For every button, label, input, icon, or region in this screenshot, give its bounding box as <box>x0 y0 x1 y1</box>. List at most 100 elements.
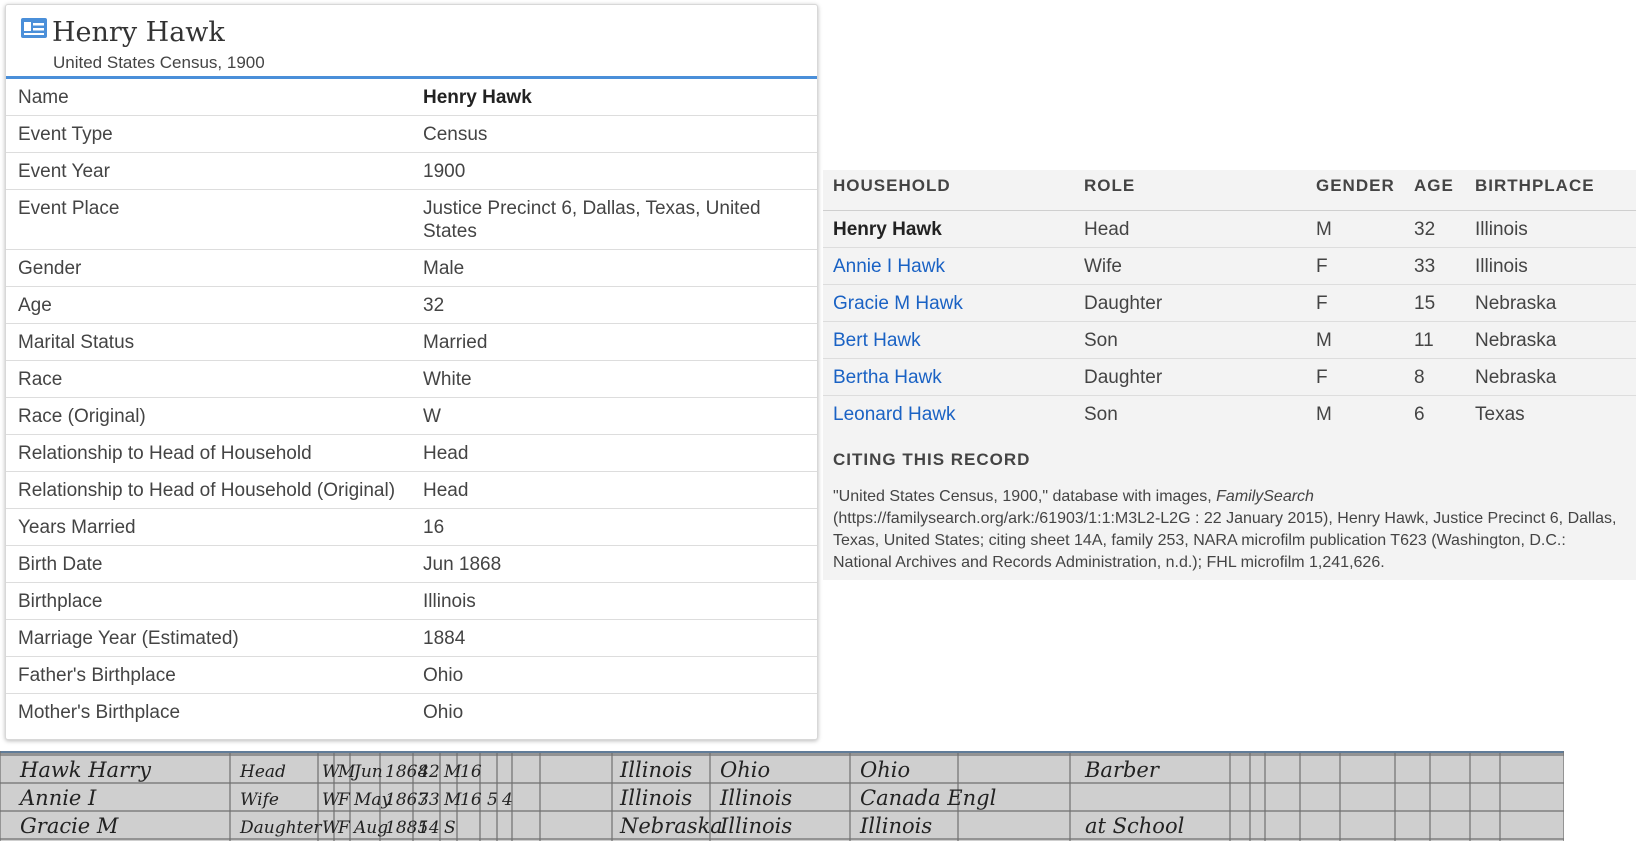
fact-label: Years Married <box>6 508 411 546</box>
census-entry-occupation: Barber <box>1084 758 1161 782</box>
fact-row: Relationship to Head of Household (Origi… <box>6 471 817 509</box>
fact-row: Gender Male <box>6 249 817 287</box>
birthplace-column-header: BIRTHPLACE <box>1465 170 1636 211</box>
household-member-birthplace: Nebraska <box>1465 321 1636 359</box>
household-member-gender: F <box>1306 358 1404 396</box>
census-entry-father: Ohio <box>720 758 770 782</box>
census-entry-mother: Illinois <box>859 814 932 838</box>
household-member-role: Daughter <box>1074 358 1306 396</box>
fact-row: Birth Date Jun 1868 <box>6 545 817 583</box>
household-member-link[interactable]: Bert Hawk <box>833 330 921 351</box>
census-entry-age: 42 <box>417 762 440 782</box>
census-entry-age: 33 <box>418 790 440 810</box>
census-entry-married: 16 <box>460 762 482 782</box>
fact-value: Head <box>411 471 817 509</box>
age-column-header: AGE <box>1404 170 1465 211</box>
census-entry-father: Illinois <box>719 786 792 810</box>
citation-text: "United States Census, 1900," database w… <box>833 486 1622 574</box>
household-member-role: Head <box>1074 210 1306 248</box>
fact-label: Event Year <box>6 152 411 190</box>
household-member-birthplace: Nebraska <box>1465 284 1636 322</box>
fact-row: Relationship to Head of Household Head <box>6 434 817 472</box>
household-header-row: HOUSEHOLD ROLE GENDER AGE BIRTHPLACE <box>823 170 1636 211</box>
household-member-gender: F <box>1306 284 1404 322</box>
household-member-role: Son <box>1074 321 1306 359</box>
census-entry-sex: F <box>337 790 351 810</box>
census-entry-month: Jun <box>351 762 383 782</box>
fact-label: Mother's Birthplace <box>18 702 181 723</box>
household-member-gender: M <box>1306 321 1404 359</box>
fact-row: Marriage Year (Estimated) 1884 <box>6 619 817 657</box>
household-member-age: 32 <box>1404 210 1465 248</box>
census-image-canvas: Hawk Harry Head WMJun 186842 M16 Illinois Ohio… <box>0 751 1564 841</box>
household-member-birthplace: Illinois <box>1465 210 1636 248</box>
fact-value: 1884 <box>411 619 817 657</box>
household-member-row: Bert Hawk Son M 11 Nebraska <box>823 321 1636 359</box>
household-column-header: HOUSEHOLD <box>823 170 1074 211</box>
fact-label: Birthplace <box>6 582 411 620</box>
fact-row: Event Type Census <box>6 115 817 153</box>
household-member-cell[interactable]: Leonard Hawk <box>823 396 1074 433</box>
census-entry-married: 16 <box>460 790 482 810</box>
fact-value: White <box>411 360 817 398</box>
fact-row: Mother's Birthplace Ohio <box>6 694 817 731</box>
record-card-icon <box>21 18 47 38</box>
fact-label: Event Place <box>6 189 411 250</box>
household-member-cell[interactable]: Gracie M Hawk <box>823 284 1074 322</box>
record-card: Henry Hawk United States Census, 1900 Na… <box>5 4 818 740</box>
household-member-age: 33 <box>1404 247 1465 285</box>
household-member-gender: M <box>1316 404 1332 425</box>
fact-value: Census <box>411 115 817 153</box>
household-member-cell[interactable]: Annie I Hawk <box>823 247 1074 285</box>
census-entry-age: 14 <box>418 818 440 838</box>
household-member-cell[interactable]: Bertha Hawk <box>823 358 1074 396</box>
household-member-role: Son <box>1084 404 1118 425</box>
census-image[interactable]: Hawk Harry Head W M Jun 1868 42 M 16 Illinois Ohio… <box>0 751 1564 841</box>
fact-label: Age <box>6 286 411 324</box>
household-member-role: Wife <box>1074 247 1306 285</box>
household-member-gender: M <box>1306 210 1404 248</box>
census-image-top-border <box>0 751 1564 754</box>
role-column-header: ROLE <box>1074 170 1306 211</box>
fact-row: Event Year 1900 <box>6 152 817 190</box>
household-member-link[interactable]: Bertha Hawk <box>833 367 942 388</box>
record-facts-table: Name Henry Hawk Event Type Census Event Year… <box>6 79 817 730</box>
fact-row: Years Married 16 <box>6 508 817 546</box>
household-member-row: Henry Hawk Head M 32 Illinois <box>823 210 1636 248</box>
fact-row: Name Henry Hawk <box>6 79 817 116</box>
census-entry-mother: Ohio <box>860 758 910 782</box>
fact-value: Ohio <box>423 702 464 723</box>
fact-row: Age 32 <box>6 286 817 324</box>
census-entry-mother: Canada Engl <box>860 786 996 810</box>
fact-label: Father's Birthplace <box>6 656 411 694</box>
census-entry-birthplace: Nebraska <box>619 814 723 838</box>
fact-row: Marital Status Married <box>6 323 817 361</box>
fact-value: Male <box>411 249 817 287</box>
citation-text-after: (https://familysearch.org/ark:/61903/1:1… <box>833 510 1617 571</box>
fact-value: Head <box>411 434 817 472</box>
census-entry-birthplace: Illinois <box>619 758 692 782</box>
fact-value: Henry Hawk <box>411 79 817 116</box>
household-member-row: Bertha Hawk Daughter F 8 Nebraska <box>823 358 1636 396</box>
household-member-link[interactable]: Leonard Hawk <box>833 404 956 425</box>
citation-text-before: "United States Census, 1900," database w… <box>833 488 1217 505</box>
gender-column-header: GENDER <box>1306 170 1404 211</box>
household-member-name: Henry Hawk <box>823 210 1074 248</box>
fact-row: Race (Original) W <box>6 397 817 435</box>
household-member-link[interactable]: Gracie M Hawk <box>833 293 963 314</box>
census-entry-sex: F <box>337 818 351 838</box>
fact-label: Relationship to Head of Household (Origi… <box>6 471 411 509</box>
fact-value: Jun 1868 <box>411 545 817 583</box>
household-member-age: 11 <box>1404 321 1465 359</box>
fact-label: Marriage Year (Estimated) <box>6 619 411 657</box>
fact-row: Father's Birthplace Ohio <box>6 656 817 694</box>
fact-value: Married <box>411 323 817 361</box>
household-member-age: 6 <box>1414 404 1425 425</box>
fact-value: Illinois <box>411 582 817 620</box>
census-entry-relation: Daughter <box>239 818 322 838</box>
household-member-cell[interactable]: Bert Hawk <box>823 321 1074 359</box>
fact-label: Event Type <box>6 115 411 153</box>
household-member-age: 15 <box>1404 284 1465 322</box>
household-member-role: Daughter <box>1074 284 1306 322</box>
household-member-link[interactable]: Annie I Hawk <box>833 256 945 277</box>
